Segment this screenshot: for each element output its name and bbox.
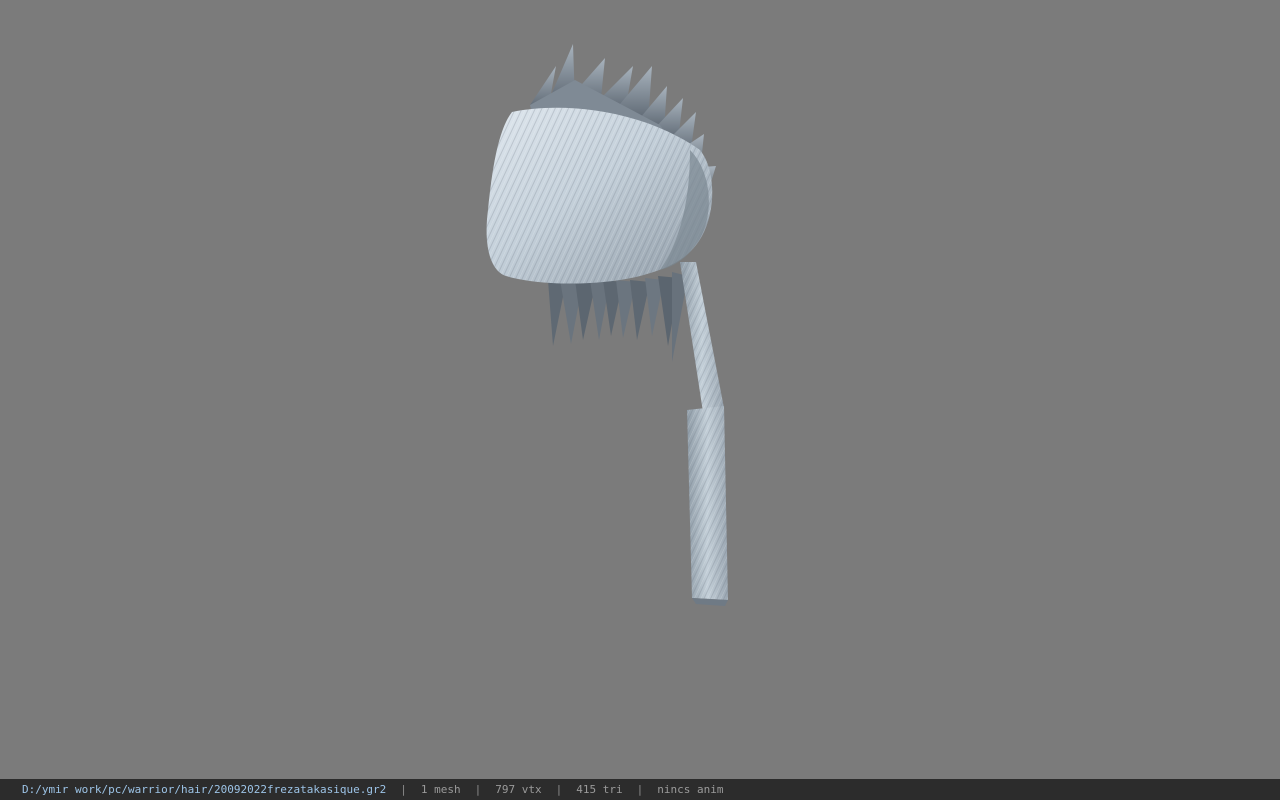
status-bar: D:/ymir work/pc/warrior/hair/20092022fre…	[0, 779, 1280, 800]
3d-viewport[interactable]	[0, 0, 1280, 779]
status-separator: |	[555, 783, 563, 796]
vertex-count-label: 797 vtx	[495, 783, 542, 796]
fringe-spikes	[548, 272, 688, 362]
triangle-count-label: 415 tri	[576, 783, 623, 796]
hair-model-render[interactable]	[0, 0, 1280, 779]
tail-strand	[680, 262, 728, 606]
status-separator: |	[636, 783, 644, 796]
file-path-label: D:/ymir work/pc/warrior/hair/20092022fre…	[22, 783, 387, 796]
status-separator: |	[474, 783, 482, 796]
status-separator: |	[400, 783, 407, 796]
mesh-count-label: 1 mesh	[420, 783, 461, 796]
animation-status-label: nincs anim	[657, 783, 724, 796]
